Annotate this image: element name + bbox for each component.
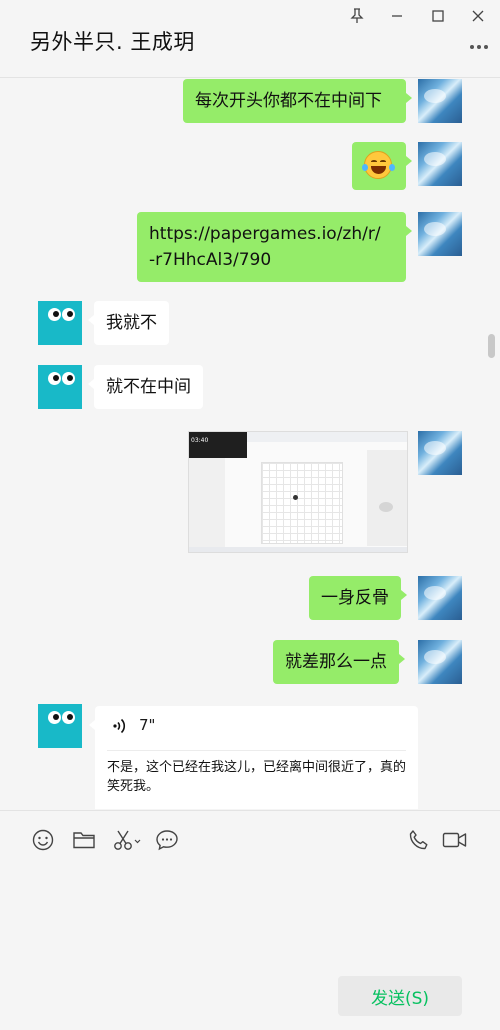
avatar-self[interactable] xyxy=(418,431,462,475)
screenshot-stone xyxy=(293,495,298,500)
chat-title: 另外半只. 王成玥 xyxy=(30,30,195,54)
message-text: 就差那么一点 xyxy=(285,652,387,672)
message-text: 我就不 xyxy=(106,313,157,333)
avatar-self[interactable] xyxy=(418,640,462,684)
pin-icon[interactable] xyxy=(346,6,368,26)
message-text: 每次开头你都不在中间下 xyxy=(195,91,382,111)
screenshot-browser-bar xyxy=(247,432,407,442)
link-text-line2[interactable]: -r7HhcAl3/790 xyxy=(149,247,394,273)
screenshot-game-board xyxy=(261,462,343,544)
message-list[interactable]: 每次开头你都不在中间下 https://papergames.io/zh/r/ … xyxy=(0,79,500,809)
emoji-icon[interactable] xyxy=(30,827,56,853)
screenshot-right-panel xyxy=(367,450,407,546)
more-icon[interactable] xyxy=(468,40,490,54)
message-bubble-outgoing[interactable]: 每次开头你都不在中间下 xyxy=(183,79,412,123)
image-message-screenshot[interactable]: 03:40 xyxy=(188,431,408,553)
message-bubble-link[interactable]: https://papergames.io/zh/r/ -r7HhcAl3/79… xyxy=(137,212,412,282)
voice-duration: 7" xyxy=(139,716,156,734)
screenshot-sidebar xyxy=(189,458,225,548)
message-text: 一身反骨 xyxy=(321,588,389,608)
message-bubble-incoming[interactable]: 我就不 xyxy=(88,301,169,345)
chat-bubble-icon[interactable] xyxy=(154,827,180,853)
message-bubble-outgoing[interactable]: 就差那么一点 xyxy=(273,640,405,684)
screenshot-time: 03:40 xyxy=(191,437,209,444)
link-text-line1[interactable]: https://papergames.io/zh/r/ xyxy=(149,221,394,247)
phone-icon[interactable] xyxy=(406,827,432,853)
avatar-contact[interactable] xyxy=(38,704,82,748)
screenshot-dark-panel: 03:40 xyxy=(189,432,247,458)
title-bar: 另外半只. 王成玥 xyxy=(0,0,500,78)
laughing-with-tears-emoji-icon xyxy=(362,151,395,179)
video-icon[interactable] xyxy=(441,827,469,853)
voice-message-card[interactable]: 7" 不是，这个已经在我这儿，已经离中间很近了，真的笑死我。 xyxy=(89,706,418,809)
avatar-self[interactable] xyxy=(418,79,462,123)
voice-transcript: 不是，这个已经在我这儿，已经离中间很近了，真的笑死我。 xyxy=(107,760,407,794)
maximize-icon[interactable] xyxy=(427,6,449,26)
scissors-icon[interactable] xyxy=(112,827,142,853)
screenshot-chat-icon xyxy=(379,502,393,512)
avatar-contact[interactable] xyxy=(38,301,82,345)
avatar-self[interactable] xyxy=(418,142,462,186)
message-bubble-incoming[interactable]: 就不在中间 xyxy=(88,365,203,409)
message-text: 就不在中间 xyxy=(106,377,191,397)
scrollbar-thumb[interactable] xyxy=(488,334,495,358)
voice-icon[interactable] xyxy=(113,717,129,735)
minimize-icon[interactable] xyxy=(386,6,408,26)
screenshot-taskbar xyxy=(189,547,407,552)
avatar-self[interactable] xyxy=(418,212,462,256)
close-icon[interactable] xyxy=(467,6,489,26)
avatar-contact[interactable] xyxy=(38,365,82,409)
composer[interactable]: 发送(S) xyxy=(0,810,500,1030)
folder-icon[interactable] xyxy=(71,827,97,853)
message-bubble-outgoing[interactable]: 一身反骨 xyxy=(309,576,407,620)
avatar-self[interactable] xyxy=(418,576,462,620)
send-button[interactable]: 发送(S) xyxy=(338,976,462,1016)
divider xyxy=(107,750,406,751)
